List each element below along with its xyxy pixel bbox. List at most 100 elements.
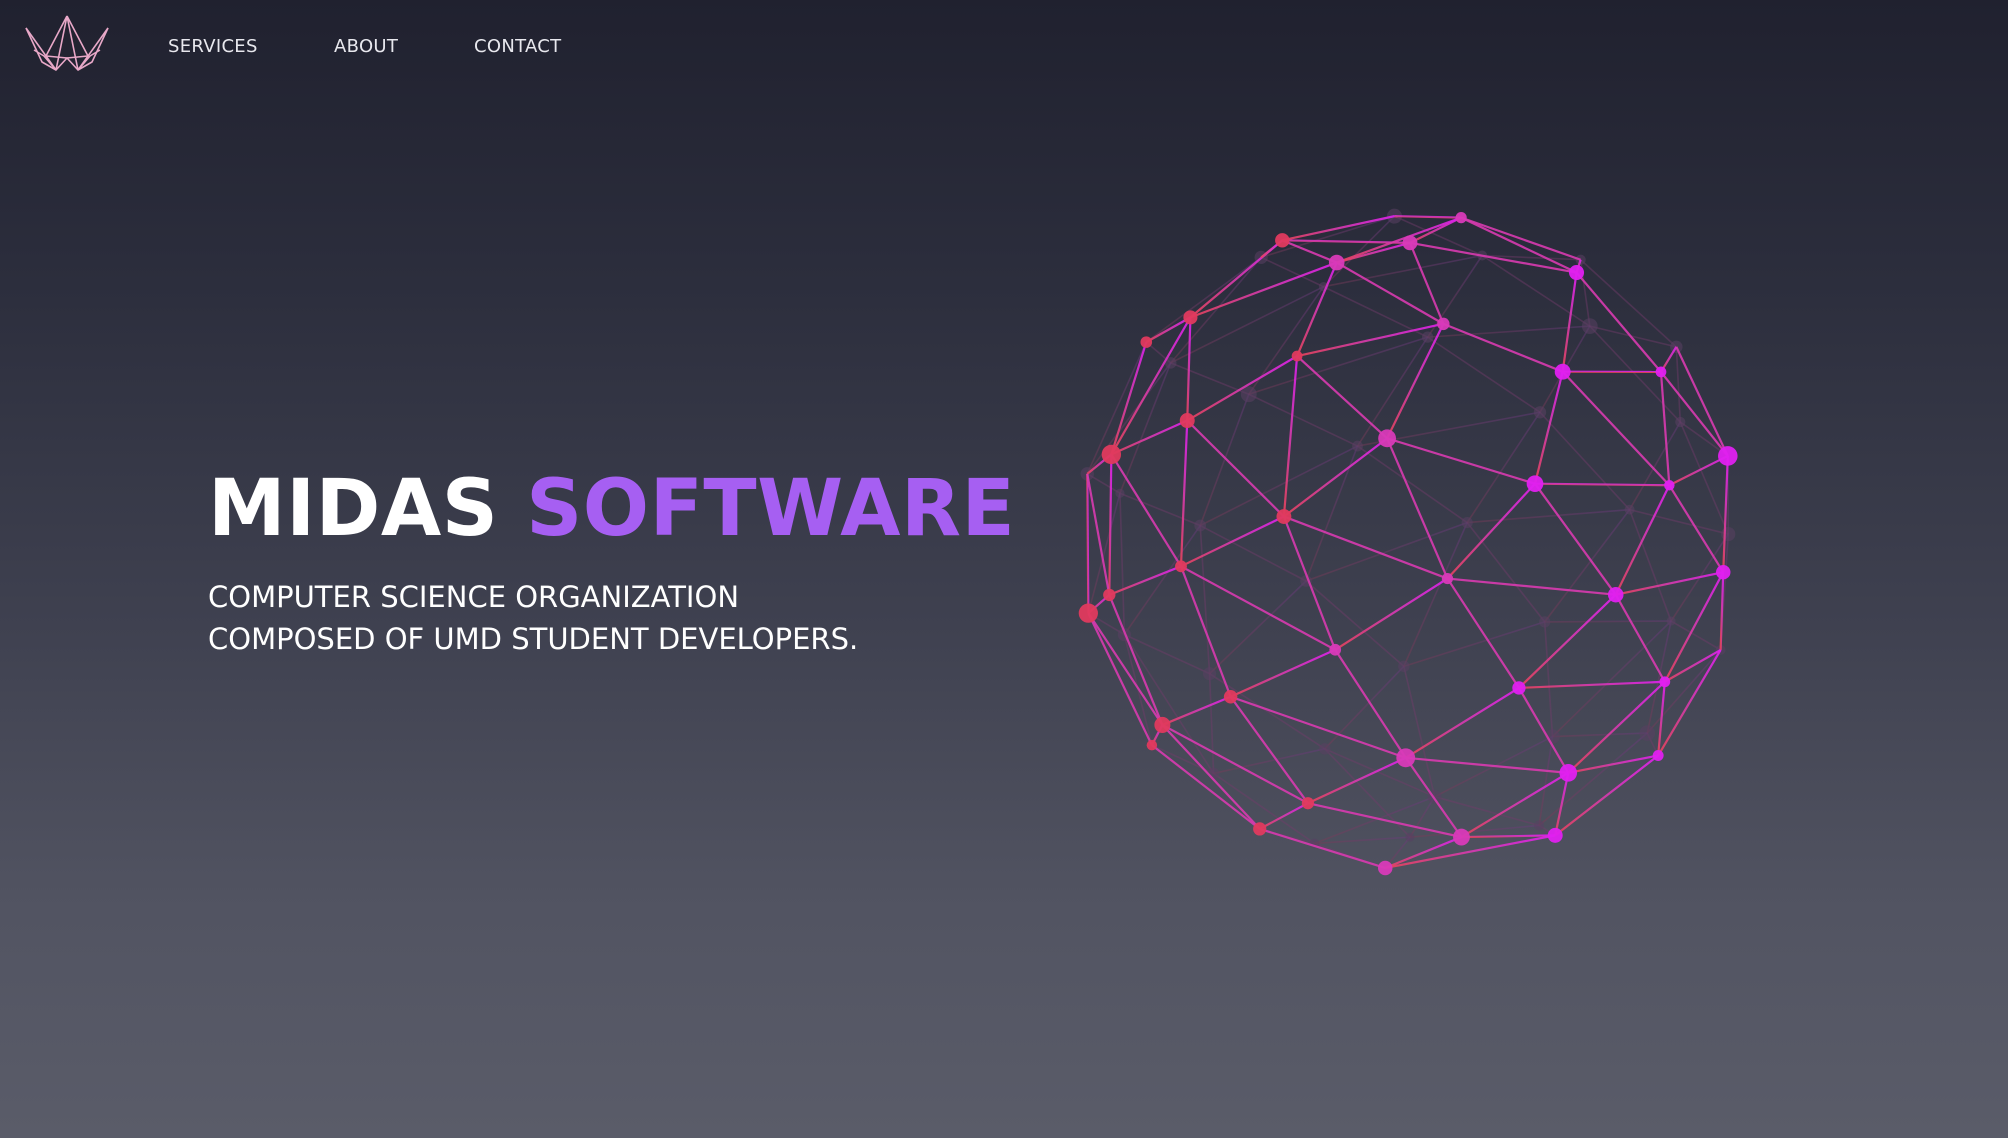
globe-edge [1534, 482, 1670, 487]
globe-edge [1356, 336, 1429, 447]
globe-node [1655, 366, 1667, 378]
hero-subtitle-line1: COMPUTER SCIENCE ORGANIZATION [208, 580, 740, 614]
globe-node [1539, 616, 1551, 628]
globe-edge [1230, 695, 1407, 759]
globe-node [1721, 526, 1736, 542]
crown-logo-icon[interactable] [22, 12, 112, 76]
globe-node [1276, 509, 1292, 524]
globe-edge [1170, 256, 1262, 364]
globe-edge [1646, 649, 1722, 734]
hero-title-midas: MIDAS [208, 464, 499, 554]
globe-node [1154, 716, 1171, 733]
globe-edge [1323, 285, 1428, 338]
globe-edge [1108, 454, 1113, 595]
globe-edge [1533, 371, 1564, 484]
globe-edge [1561, 370, 1671, 487]
globe-edge [1614, 484, 1671, 596]
globe-edge [1552, 732, 1648, 738]
globe-edge [1404, 757, 1463, 838]
globe-edge [1427, 336, 1541, 413]
globe-node [1512, 681, 1526, 695]
globe-node [1421, 331, 1434, 343]
globe-edge [1405, 686, 1520, 759]
globe-node [1664, 480, 1675, 491]
globe-edge [1307, 802, 1462, 839]
globe-edge [1108, 565, 1182, 596]
globe-node [1559, 764, 1578, 782]
globe-node [1441, 572, 1454, 585]
globe-edge [1199, 393, 1250, 526]
globe-node [1175, 560, 1187, 573]
nav-link-about[interactable]: ABOUT [334, 36, 398, 57]
globe-node [1526, 475, 1544, 493]
globe-edge [1657, 649, 1722, 757]
globe-edge [1151, 744, 1261, 830]
globe-edge [1561, 272, 1578, 372]
globe-node [1666, 616, 1676, 626]
globe-edge [1447, 577, 1616, 596]
globe-edge [1394, 215, 1462, 219]
globe-node [1223, 690, 1238, 704]
globe-node [1115, 488, 1125, 498]
globe-node [1437, 317, 1450, 331]
globe-edge [1208, 673, 1215, 774]
globe-node [1194, 519, 1207, 532]
globe-node [1581, 318, 1598, 335]
globe-node [1652, 750, 1664, 761]
globe-node [1624, 504, 1635, 515]
globe-node [1396, 748, 1416, 768]
globe-edge [1334, 649, 1407, 759]
globe-node [1275, 233, 1290, 248]
globe-edge [1186, 419, 1285, 518]
globe-edge [1086, 473, 1090, 614]
globe-edge [1539, 411, 1631, 511]
globe-node [1659, 676, 1671, 688]
globe-node [1533, 406, 1547, 419]
globe-node [1639, 725, 1656, 741]
globe-edge [1589, 325, 1677, 348]
globe-edge [1467, 508, 1630, 524]
globe-node [1103, 588, 1116, 602]
globe-node [1146, 739, 1158, 751]
globe-edge [1108, 594, 1164, 726]
globe-edge [1305, 580, 1405, 667]
globe-edge [1544, 509, 1631, 623]
globe-edge [1534, 483, 1617, 596]
globe-edge [1190, 261, 1338, 319]
globe-edge [1466, 522, 1546, 623]
hero-title: MIDAS SOFTWARE [208, 470, 1015, 548]
globe-node [1554, 363, 1571, 380]
globe-node [1461, 516, 1473, 529]
globe-edge [1446, 482, 1536, 580]
globe-node [1183, 310, 1198, 325]
globe-node [1607, 586, 1624, 603]
globe-edge [1543, 621, 1554, 737]
nav-link-contact[interactable]: CONTACT [474, 36, 561, 57]
globe-node [1402, 235, 1418, 251]
globe-node [1453, 828, 1470, 846]
globe-edge [1123, 525, 1201, 636]
globe-edge [1119, 492, 1201, 527]
globe-edge [1442, 322, 1564, 373]
globe-node [1378, 429, 1397, 448]
globe-edge [1615, 571, 1724, 596]
globe-edge [1248, 393, 1358, 447]
globe-edge [1461, 834, 1556, 839]
globe-edge [1538, 736, 1554, 826]
globe-node [1716, 564, 1731, 580]
globe-node [1398, 660, 1410, 673]
globe-edge [1386, 437, 1449, 579]
wireframe-globe-icon [1078, 208, 1738, 876]
globe-edge [1248, 336, 1428, 396]
globe-edge [1518, 680, 1665, 690]
globe-edge [1544, 620, 1672, 623]
globe-node [1319, 743, 1331, 755]
globe-node [1405, 832, 1415, 842]
globe-node [1202, 667, 1217, 681]
globe-edge [1324, 748, 1435, 798]
globe-node [1328, 254, 1345, 271]
nav-link-services[interactable]: SERVICES [168, 36, 258, 57]
globe-node [1301, 797, 1315, 810]
hero-subtitle: COMPUTER SCIENCE ORGANIZATION COMPOSED O… [208, 576, 968, 660]
globe-edge [1282, 215, 1395, 242]
